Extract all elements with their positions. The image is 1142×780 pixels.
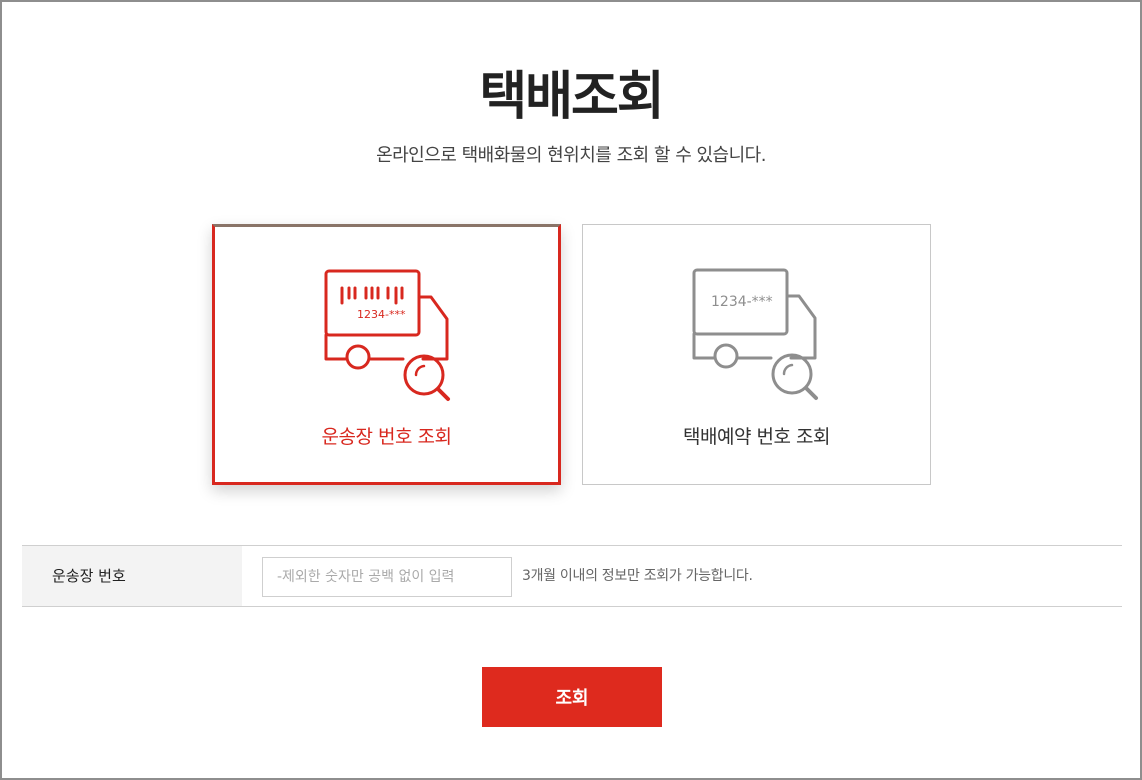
truck-barcode-search-icon: [324, 269, 450, 401]
reservation-number-card[interactable]: 1234-*** 택배예약 번호 조회: [582, 224, 931, 485]
reservation-number-text: 1234-***: [711, 294, 773, 310]
tracking-number-card[interactable]: 1234-*** 운송장 번호 조회: [212, 224, 561, 485]
search-button[interactable]: 조회: [482, 667, 662, 727]
page-title: 택배조회: [479, 67, 664, 127]
barcode-number-label: 1234-***: [357, 308, 406, 321]
help-text: 3개월 이내의 정보만 조회가 가능합니다.: [522, 568, 753, 584]
page-subtitle: 온라인으로 택배화물의 현위치를 조회 할 수 있습니다.: [376, 145, 766, 166]
tracking-number-label: 운송장 번호: [22, 546, 242, 606]
reservation-number-label: 1234-***: [711, 294, 773, 310]
card-label: 택배예약 번호 조회: [683, 426, 830, 448]
truck-search-icon: [692, 268, 818, 400]
tracking-form-row: 운송장 번호 3개월 이내의 정보만 조회가 가능합니다.: [22, 545, 1122, 607]
card-label: 운송장 번호 조회: [321, 426, 452, 448]
barcode-number-text: 1234-***: [357, 308, 406, 321]
page-frame: 택배조회 온라인으로 택배화물의 현위치를 조회 할 수 있습니다. 1234-…: [0, 0, 1142, 780]
tracking-number-input[interactable]: [262, 557, 512, 597]
